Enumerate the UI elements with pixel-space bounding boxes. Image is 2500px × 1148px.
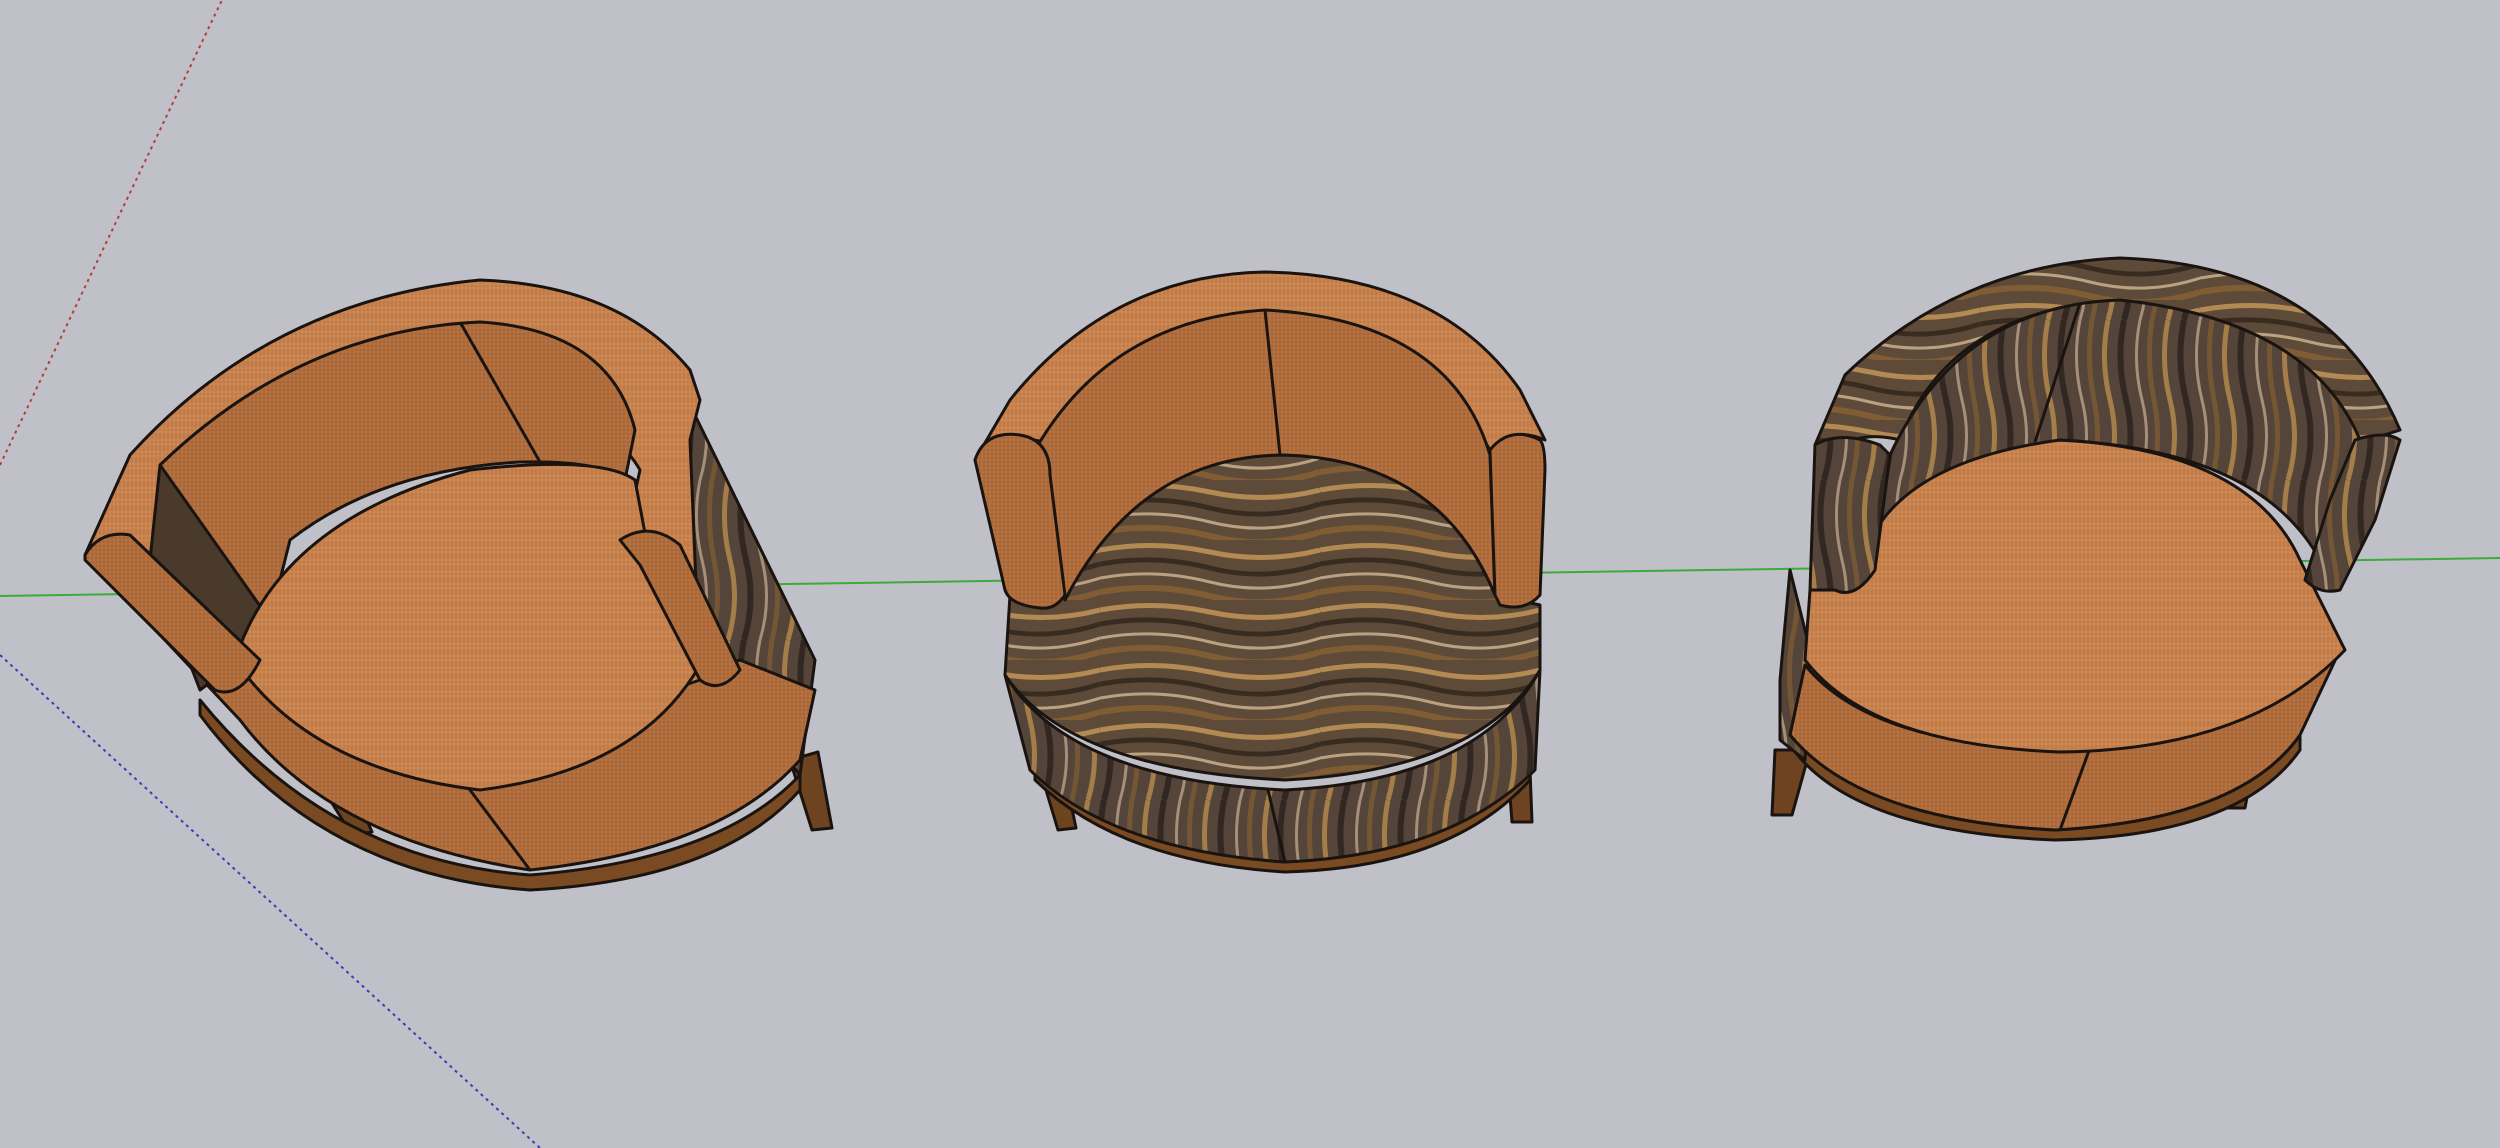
chair-2-arm-right — [1488, 432, 1547, 609]
red-axis — [0, 0, 223, 466]
chair-2[interactable] — [973, 270, 1547, 874]
chair-1[interactable] — [83, 278, 834, 892]
3d-viewport[interactable] — [0, 0, 2500, 1148]
chair-3[interactable] — [1770, 256, 2402, 842]
